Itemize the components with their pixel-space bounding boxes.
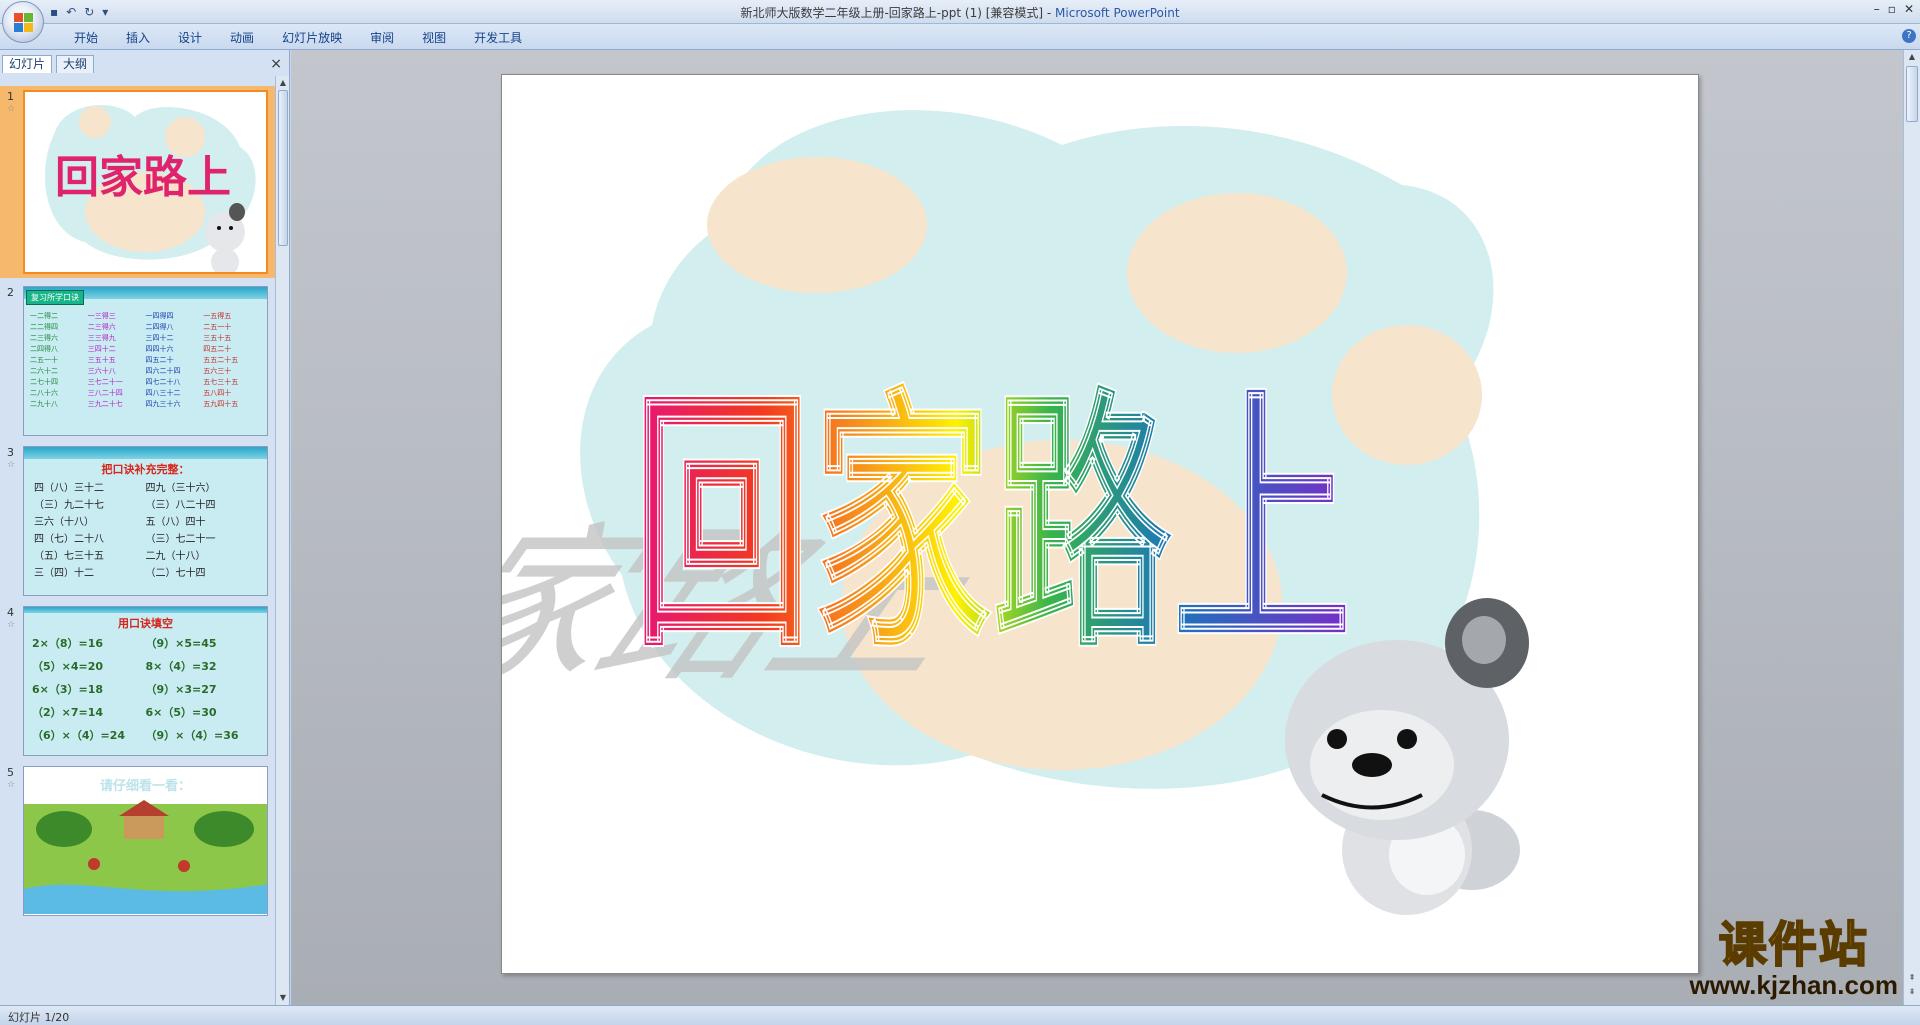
watermark-text: 课件站 [1718, 917, 1869, 973]
help-icon[interactable]: ? [1902, 29, 1916, 43]
tab-slides[interactable]: 幻灯片 [2, 55, 53, 73]
tab-review[interactable]: 审阅 [356, 29, 408, 47]
fill-in-list: 四（八）三十二 四九（三十六） （三）九二十七 （三）八二十四 三六（十八） 五（八）… [34, 483, 216, 579]
scroll-thumb[interactable] [1906, 66, 1918, 122]
title-bar: 新北师大版数学二年级上册-回家路上-ppt (1) [兼容模式] - Micro… [0, 0, 1920, 24]
slide-thumbnails: 1 ☆ 回家路上 2 复习所学口诀 一二得二 一三得三 一四得四 一五得五 二二… [0, 76, 276, 1005]
thumb-1-art: 回家路上 [45, 105, 256, 272]
ribbon: 开始 插入 设计 动画 幻灯片放映 审阅 视图 开发工具 ? [0, 24, 1920, 50]
slide-thumbnail-1[interactable]: 1 ☆ 回家路上 [0, 86, 276, 278]
animation-star-icon: ☆ [7, 620, 16, 630]
thumbnail-image: 复习所学口诀 一二得二 一三得三 一四得四 一五得五 二二得四 二三得六 二四得八 二五一十… [23, 286, 268, 436]
thumbnail-image: 把口诀补充完整： 四（八）三十二 四九（三十六） （三）九二十七 （三）八二十四 三… [23, 446, 268, 596]
thumbnail-image: 回家路上 [23, 90, 268, 274]
ribbon-tabs: 开始 插入 设计 动画 幻灯片放映 审阅 视图 开发工具 [60, 29, 536, 47]
animation-star-icon: ☆ [7, 460, 16, 470]
scroll-thumb[interactable] [278, 90, 288, 246]
panel-tabs: 幻灯片 大纲 × [0, 53, 290, 73]
scroll-down-icon[interactable]: ▼ [278, 993, 288, 1003]
close-icon[interactable]: ✕ [1904, 2, 1914, 16]
thumb-5-title: 请仔细看一看： [99, 779, 191, 794]
redo-icon[interactable]: ↻ [84, 5, 94, 19]
window-controls: – ▫ ✕ [1874, 2, 1914, 16]
current-slide[interactable]: 回家路上 回家路上 [501, 74, 1699, 974]
maximize-icon[interactable]: ▫ [1888, 2, 1896, 16]
previous-slide-icon[interactable]: ⇞ [1907, 973, 1917, 983]
tab-outline[interactable]: 大纲 [56, 55, 95, 73]
tab-design[interactable]: 设计 [164, 29, 216, 47]
editor-scrollbar[interactable]: ▲ ⇞ ⇟ [1903, 50, 1920, 1005]
slide-thumbnail-5[interactable]: 5 ☆ 请仔细看一看： [0, 762, 276, 922]
tab-home[interactable]: 开始 [60, 29, 112, 47]
save-icon[interactable]: ▪ [50, 5, 58, 19]
window-title: 新北师大版数学二年级上册-回家路上-ppt (1) [兼容模式] - Micro… [740, 6, 1180, 20]
slide-number: 3 [7, 446, 14, 459]
watermark-url: www.kjzhan.com [1689, 970, 1898, 1000]
watermark-logo: 课件站 www.kjzhan.com [1689, 917, 1898, 1000]
animation-star-icon: ☆ [7, 104, 16, 114]
panel-close-icon[interactable]: × [270, 56, 282, 72]
slide-thumbnail-2[interactable]: 2 复习所学口诀 一二得二 一三得三 一四得四 一五得五 二二得四 二三得六 二四得八 二五… [0, 282, 276, 442]
slide-number: 4 [7, 606, 14, 619]
scroll-up-icon[interactable]: ▲ [278, 78, 288, 88]
minimize-icon[interactable]: – [1874, 2, 1880, 16]
tab-view[interactable]: 视图 [408, 29, 460, 47]
status-bar: 幻灯片 1/20 [0, 1005, 1920, 1025]
slide-1-art: 回家路上 回家路上 [502, 110, 1529, 915]
tab-insert[interactable]: 插入 [112, 29, 164, 47]
slide-number: 2 [7, 286, 14, 299]
slides-panel: 幻灯片 大纲 × 1 ☆ 回家路上 2 复习所学口诀 一二得二 一三得三 一四得… [0, 50, 290, 1005]
tab-animations[interactable]: 动画 [216, 29, 268, 47]
thumb-2-header: 复习所学口诀 [26, 290, 84, 305]
thumb-3-title: 把口诀补充完整： [101, 463, 190, 476]
slide-indicator: 幻灯片 1/20 [8, 1011, 70, 1024]
slide-thumbnail-3[interactable]: 3 ☆ 把口诀补充完整： 四（八）三十二 四九（三十六） （三）九二十七 （三）八二… [0, 442, 276, 602]
thumb-title: 回家路上 [55, 152, 231, 203]
slide-number: 5 [7, 766, 14, 779]
thumb-4-title: 用口诀填空 [118, 617, 173, 630]
slide-number: 1 [7, 90, 14, 103]
office-button[interactable] [2, 1, 44, 43]
tab-developer[interactable]: 开发工具 [460, 29, 536, 47]
multiplication-table: 一二得二 一三得三 一四得四 一五得五 二二得四 二三得六 二四得八 二五一十 二三得六 三三… [30, 312, 239, 408]
office-logo-icon [14, 13, 34, 33]
slide-title: 回家路上 [632, 362, 1352, 685]
customize-qat-icon[interactable]: ▾ [102, 5, 108, 19]
scroll-up-icon[interactable]: ▲ [1907, 52, 1917, 62]
village-illustration [24, 800, 267, 914]
thumbnails-scrollbar[interactable]: ▲ ▼ [275, 76, 289, 1005]
undo-icon[interactable]: ↶ [66, 5, 76, 19]
thumbnail-image: 请仔细看一看： [23, 766, 268, 916]
slide-thumbnail-4[interactable]: 4 ☆ 用口诀填空 2×（8）=16 （9）×5=45 （5）×4=20 8×（4）… [0, 602, 276, 762]
fill-blank-list: 2×（8）=16 （9）×5=45 （5）×4=20 8×（4）=32 6×（3）=… [32, 637, 239, 742]
animation-star-icon: ☆ [7, 780, 16, 790]
slide-editor: 回家路上 回家路上 [291, 50, 1903, 1005]
tab-slide-show[interactable]: 幻灯片放映 [268, 29, 356, 47]
quick-access-toolbar: ▪ ↶ ↻ ▾ [50, 3, 108, 21]
next-slide-icon[interactable]: ⇟ [1907, 987, 1917, 997]
thumbnail-image: 用口诀填空 2×（8）=16 （9）×5=45 （5）×4=20 8×（4）=32 … [23, 606, 268, 756]
